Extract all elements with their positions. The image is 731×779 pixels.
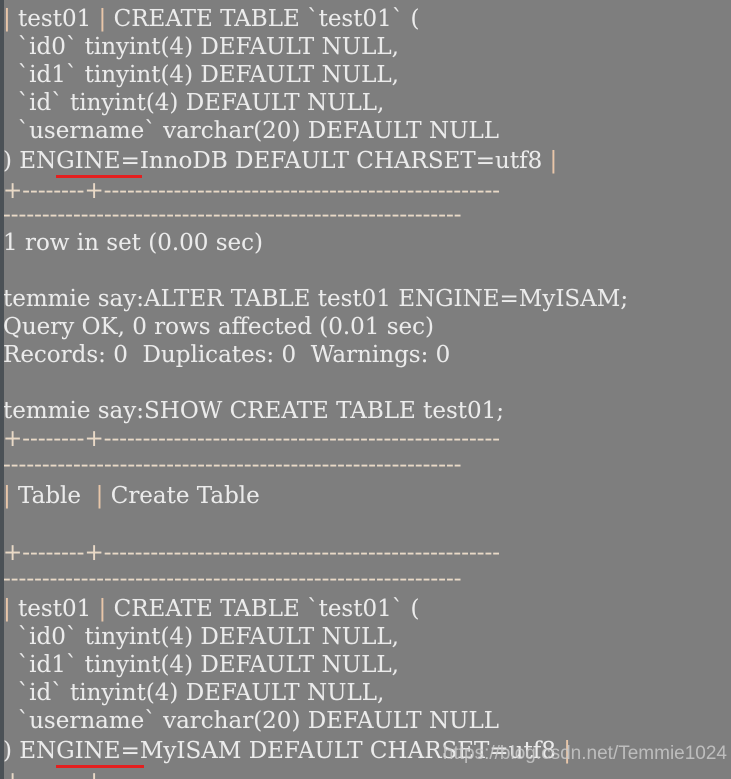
terminal-text-line: | test01 | CREATE TABLE `test01` ( xyxy=(3,596,420,622)
watermark-url: https://blog.csdn.net/Temmie1024 xyxy=(442,743,727,764)
terminal-text-line: `id0` tinyint(4) DEFAULT NULL, xyxy=(3,624,399,650)
terminal-text-line: temmie say:SHOW CREATE TABLE test01; xyxy=(3,398,505,424)
window-left-edge xyxy=(0,0,4,779)
column-separator-pipe: | xyxy=(3,6,11,32)
myisam-underline xyxy=(56,765,144,768)
column-separator-pipe: | xyxy=(95,483,104,509)
terminal-screenshot: | test01 | CREATE TABLE `test01` ( `id0`… xyxy=(0,0,731,779)
column-separator-pipe: | xyxy=(549,148,558,174)
terminal-separator-line: +--------+------------------------------… xyxy=(3,426,501,452)
terminal-separator-line: +--------+------------------------------… xyxy=(3,540,501,566)
column-separator-pipe: | xyxy=(3,483,11,509)
terminal-text-line: temmie say:ALTER TABLE test01 ENGINE=MyI… xyxy=(3,286,629,312)
terminal-text-line: 1 row in set (0.00 sec) xyxy=(3,230,263,256)
terminal-text-line: `id0` tinyint(4) DEFAULT NULL, xyxy=(3,34,399,60)
terminal-text-line: Query OK, 0 rows affected (0.01 sec) xyxy=(3,314,435,340)
column-separator-pipe: | xyxy=(98,6,107,32)
terminal-text-line: Records: 0 Duplicates: 0 Warnings: 0 xyxy=(3,342,451,368)
terminal-separator-line: +--------+------------------------------… xyxy=(3,178,501,204)
terminal-text-line: | test01 | CREATE TABLE `test01` ( xyxy=(3,6,420,32)
terminal-text-line: `id1` tinyint(4) DEFAULT NULL, xyxy=(3,652,399,678)
terminal-text-line: `username` varchar(20) DEFAULT NULL xyxy=(3,708,500,734)
terminal-text-line: `id1` tinyint(4) DEFAULT NULL, xyxy=(3,62,399,88)
terminal-text-line: `username` varchar(20) DEFAULT NULL xyxy=(3,118,500,144)
innodb-underline xyxy=(56,175,142,178)
terminal-text-line: `id` tinyint(4) DEFAULT NULL, xyxy=(3,680,385,706)
terminal-separator-line: ----------------------------------------… xyxy=(3,566,462,592)
terminal-separator-line: +--------+------------------------------… xyxy=(3,770,500,779)
terminal-separator-line: ----------------------------------------… xyxy=(3,452,462,478)
terminal-text-line: ) ENGINE=InnoDB DEFAULT CHARSET=utf8 | xyxy=(3,148,558,174)
terminal-output[interactable]: | test01 | CREATE TABLE `test01` ( `id0`… xyxy=(0,0,731,779)
terminal-text-line: `id` tinyint(4) DEFAULT NULL, xyxy=(3,90,385,116)
terminal-text-line: | Table | Create Table xyxy=(3,483,260,509)
terminal-separator-line: ----------------------------------------… xyxy=(3,202,462,228)
column-separator-pipe: | xyxy=(3,596,11,622)
column-separator-pipe: | xyxy=(98,596,107,622)
